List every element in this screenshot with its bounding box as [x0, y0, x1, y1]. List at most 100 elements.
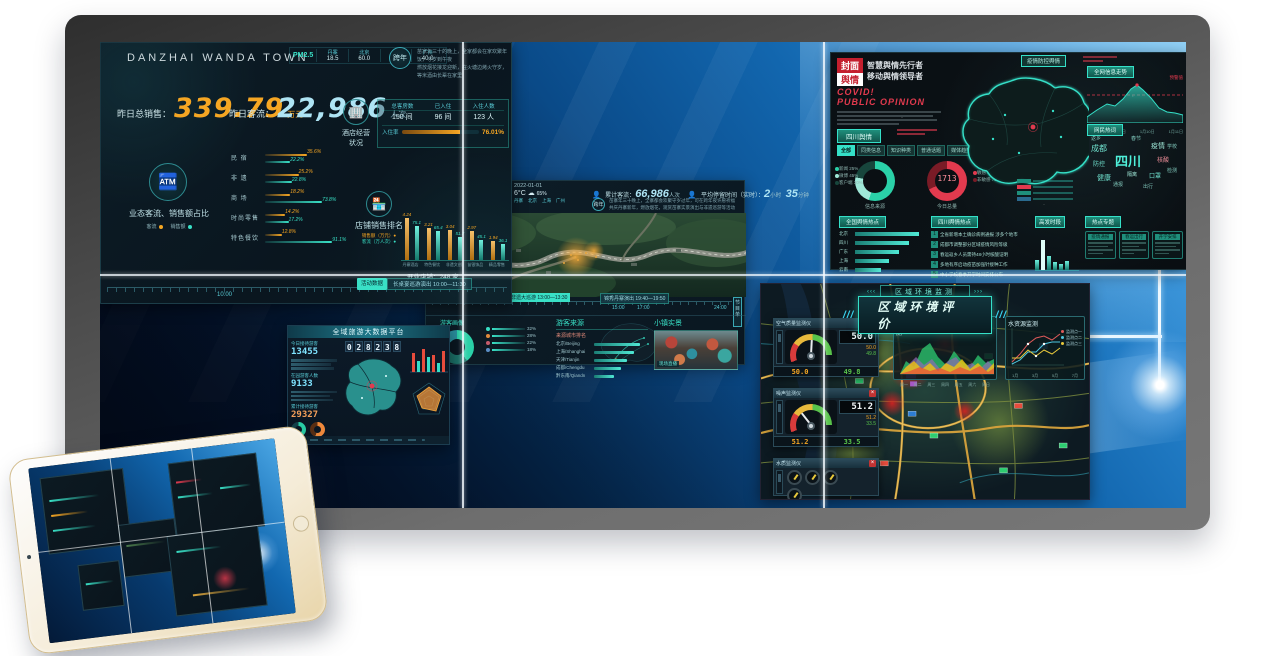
hot-word[interactable]: 春节: [1131, 135, 1141, 142]
mini-dial: [823, 470, 838, 485]
hotel-table: 总客房数 已入住 入住人数 150 间 96 间 123 人 入住率: [377, 99, 509, 148]
hot-list-item[interactable]: 3春运返乡人员需持48小时核酸证明: [931, 251, 1029, 258]
shop-rank-block: 🏪 店铺销售排名 销售额（万元）● 客流（万人次）●: [349, 191, 409, 245]
tab-similar[interactable]: 同类信息: [857, 145, 885, 156]
stat-label: 昨日总销售：: [117, 107, 171, 120]
hot-word[interactable]: 隔离: [1127, 171, 1137, 178]
gauge-dial: [785, 400, 837, 434]
gauge-sub-value: 33.5: [839, 421, 876, 427]
notice-text: 苗寨年三十晚上，全寨都会欢聚守岁过年，可在跨年夜许愿祈福共庆丹寨新年，燃放烟花，…: [609, 198, 735, 211]
air-x-labels: 周一周二周三周四周五周六周日: [896, 382, 994, 388]
shop-rank-title: 店铺销售排名: [349, 220, 409, 231]
hot-word[interactable]: 核酸: [1157, 155, 1169, 164]
hot-bar-row: 北京: [839, 231, 925, 237]
gauge-slider[interactable]: [776, 400, 783, 434]
origin-row: 天津/Tianjin: [556, 357, 648, 363]
mix-bar-chart: 民 宿 35.6% 22.2% 非 遗 25.2% 22.8% 商 场 18.2…: [231, 151, 349, 251]
water-monitor-chart: 水资源监测 监测点一 监测点二 监测点三 1月3月5月7月: [1005, 316, 1085, 380]
shop-legend-flow: 客流（万人次）●: [362, 239, 396, 244]
hotel-val: 96 间: [423, 110, 464, 123]
topic-card[interactable]: 开学安排: [1152, 231, 1183, 259]
covid-title: COVID!PUBLIC OPINION: [837, 87, 925, 107]
env-title: 区域环境评价: [858, 296, 991, 334]
timeline-tick-label: 15:00: [612, 305, 625, 311]
hot-word[interactable]: 口罩: [1149, 171, 1161, 180]
epidemic-badge-button[interactable]: 疫情防控舆情: [1021, 55, 1066, 67]
topic-card[interactable]: 春运出行: [1119, 231, 1150, 259]
hot-list-item[interactable]: 1全省新增本土确诊病例通报 涉多个地市: [931, 231, 1029, 238]
national-hot-title: 全国舆情热点: [839, 216, 886, 228]
shop-legend-sales: 销售额（万元）●: [362, 233, 396, 238]
dashboard-title: DANZHAI WANDA TOWN: [127, 52, 309, 64]
scene-title: 小镇实景: [654, 318, 742, 328]
hot-word[interactable]: 疫情: [1151, 141, 1165, 151]
tablet-screen[interactable]: [28, 438, 296, 643]
sichuan-opinion-button[interactable]: 四川舆情: [837, 129, 881, 143]
tablet-mini-covid: [168, 453, 266, 537]
period-bar-chart: [1035, 235, 1079, 271]
sichuan-hot-title: 四川舆情热点: [931, 216, 978, 228]
dials-panel-water: 水质监测仪 ×: [773, 458, 879, 496]
activity-timeline[interactable]: 10:00 活动数据 长桌宴巡游演出 10:00—11:30: [107, 287, 507, 301]
mini-dial: [787, 488, 802, 500]
occupancy-label: 入住率: [382, 128, 399, 136]
water-legend: 监测点一 监测点二 监测点三: [1061, 329, 1082, 347]
pm25-label: PM2.5: [293, 52, 313, 59]
radar-chart: [410, 380, 448, 420]
hot-word[interactable]: 出行: [1143, 183, 1153, 190]
hot-word[interactable]: 四川: [1115, 151, 1141, 170]
timeline-tick-label: 17:00: [637, 305, 650, 311]
hot-word[interactable]: 健康: [1097, 173, 1111, 183]
hotel-val: 123 人: [463, 110, 504, 123]
event-tag: 非遗大巡游 13:00—13:30: [508, 293, 570, 302]
stat-block: 在园游客人数9133: [291, 373, 337, 389]
topic-card[interactable]: 疫情通报: [1085, 231, 1116, 259]
close-icon[interactable]: ×: [869, 390, 876, 397]
tab-all[interactable]: 全部: [837, 145, 855, 156]
hot-list-item[interactable]: 4多地有序启动疫苗加强针接种工作: [931, 261, 1029, 268]
festival-note: 跨年 苗寨年三十晚上，全寨都会欢聚守岁过年，可在跨年夜许愿祈福共庆丹寨新年，燃放…: [592, 198, 742, 211]
origin-row: 上海/Shanghai: [556, 349, 648, 355]
pm25-city: 北京60.0: [348, 49, 380, 62]
gauge-sub-value: 49.8: [839, 351, 876, 357]
gauge-reading-orange: 51.2: [792, 438, 809, 446]
city-aqi-row: 丹寨北京上海广州: [514, 198, 588, 204]
topics-block: 热点专题 疫情通报 春运出行 开学安排: [1085, 211, 1183, 259]
scene-photo[interactable]: 现场直播: [654, 330, 738, 370]
origin-row: 黔东南/Qiandn: [556, 373, 648, 379]
origin-row: 北京/Beijing: [556, 341, 648, 347]
hot-list-item[interactable]: 2成都市调整部分区域疫情风险等级: [931, 241, 1029, 248]
hot-word[interactable]: 返乡: [1091, 135, 1101, 142]
shop-icon: 🏪: [366, 191, 392, 217]
hot-word[interactable]: 学校: [1167, 143, 1177, 150]
mix-legend: 客流 销售额: [119, 223, 219, 230]
mix-row: 民 宿 35.6% 22.2%: [231, 151, 349, 167]
mix-row: 非 遗 25.2% 22.8%: [231, 171, 349, 187]
shop-bar-group: 4.24 75.1 丹寨酒店: [403, 212, 422, 260]
hotel-col: 已入住: [423, 102, 464, 110]
timeline-tooltip: 活动数据 长桌宴巡游演出 10:00—11:30: [357, 278, 472, 290]
mini-dial: [805, 470, 820, 485]
festival-logo: 跨年: [592, 198, 605, 211]
legend-flow: 客流: [146, 223, 162, 230]
hotel-building-icon: 🏢: [343, 99, 369, 125]
hot-word[interactable]: 防控: [1093, 159, 1105, 168]
close-icon[interactable]: ×: [869, 460, 876, 467]
trend-area-chart: [1087, 81, 1183, 123]
dashboard-danzhai: DANZHAI WANDA TOWN PM2.5 丹寨18.5 北京60.0 上…: [100, 42, 512, 304]
tab-topic[interactable]: 普通话题: [917, 145, 945, 156]
dials-slider[interactable]: [776, 470, 783, 494]
hot-word[interactable]: 检测: [1167, 167, 1177, 174]
volume-donut-label: 今日总量: [917, 203, 977, 210]
orange-donut: [310, 422, 325, 437]
brand-slogan: 智慧舆情先行者移动舆情领导者: [867, 58, 923, 86]
tablet-device[interactable]: [7, 424, 329, 655]
gauge-slider[interactable]: [776, 330, 783, 364]
word-cloud: 四川 成都 疫情 防控 核酸 健康 隔离 口罩 返乡 春节 检测 通报 出行 学…: [1087, 129, 1183, 203]
water-x-labels: 1月3月5月7月: [1008, 373, 1082, 379]
tab-category[interactable]: 知识种类: [887, 145, 915, 156]
hot-word[interactable]: 通报: [1113, 181, 1123, 188]
hot-word[interactable]: 成都: [1091, 143, 1107, 154]
hot-bar-row: 四川: [839, 240, 925, 246]
timeline-tick-label: 24:00: [714, 305, 727, 311]
